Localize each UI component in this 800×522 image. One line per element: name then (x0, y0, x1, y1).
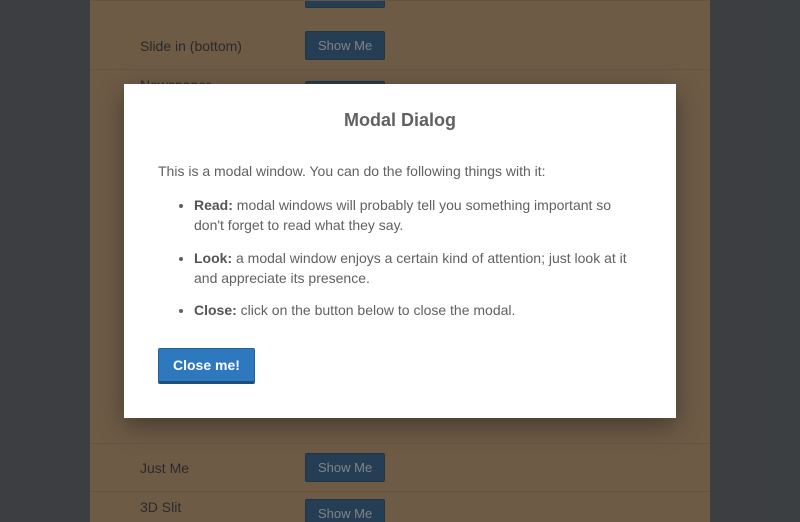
modal-title: Modal Dialog (158, 110, 642, 131)
modal-item-label: Close: (194, 302, 237, 318)
modal-intro-text: This is a modal window. You can do the f… (158, 163, 642, 179)
modal-item-text: modal windows will probably tell you som… (194, 197, 611, 233)
modal-item-label: Look: (194, 250, 232, 266)
modal-dialog: Modal Dialog This is a modal window. You… (124, 84, 676, 418)
modal-list-item: Read: modal windows will probably tell y… (194, 195, 642, 236)
modal-item-label: Read: (194, 197, 233, 213)
modal-item-text: a modal window enjoys a certain kind of … (194, 250, 627, 286)
modal-list: Read: modal windows will probably tell y… (158, 195, 642, 320)
modal-item-text: click on the button below to close the m… (237, 302, 516, 318)
modal-list-item: Close: click on the button below to clos… (194, 300, 642, 320)
modal-list-item: Look: a modal window enjoys a certain ki… (194, 248, 642, 289)
close-button[interactable]: Close me! (158, 348, 255, 384)
